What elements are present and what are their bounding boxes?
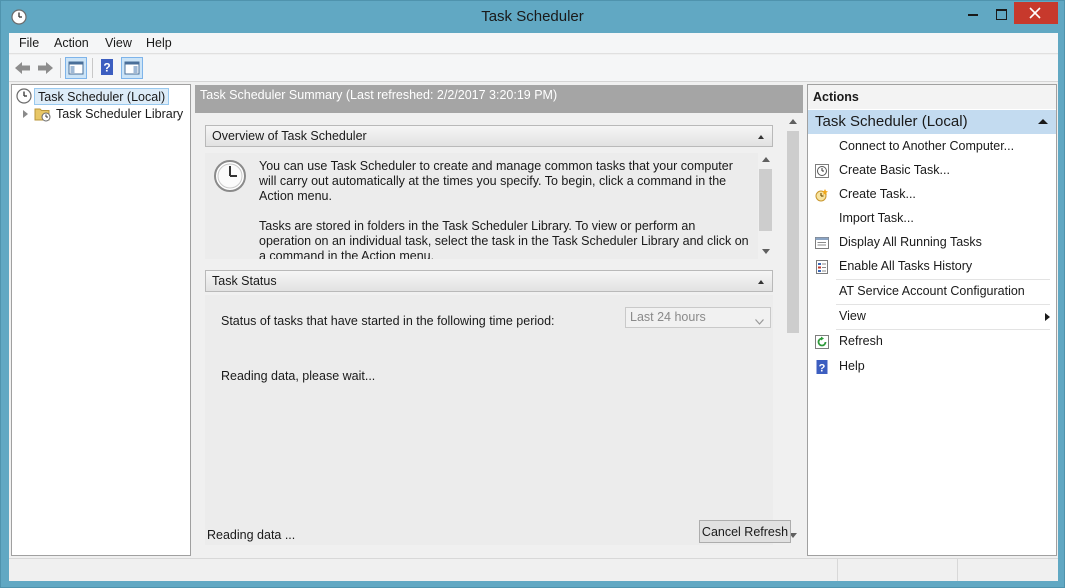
actions-title: Actions bbox=[808, 85, 1056, 109]
action-label: AT Service Account Configuration bbox=[839, 284, 1025, 298]
period-label: Status of tasks that have started in the… bbox=[221, 314, 555, 328]
chevron-down-icon bbox=[755, 314, 764, 328]
summary-footer: Reading data ... Cancel Refresh bbox=[195, 515, 803, 549]
overview-title: Overview of Task Scheduler bbox=[212, 129, 367, 143]
overview-text: You can use Task Scheduler to create and… bbox=[259, 159, 749, 259]
action-enable-all-tasks-history[interactable]: Enable All Tasks History bbox=[808, 255, 1056, 279]
menu-view[interactable]: View bbox=[105, 36, 132, 50]
action-import-task[interactable]: Import Task... bbox=[808, 207, 1056, 231]
create-basic-task-icon bbox=[814, 163, 830, 179]
action-refresh[interactable]: Refresh bbox=[808, 330, 1056, 354]
svg-text:?: ? bbox=[103, 61, 110, 75]
actions-group-header[interactable]: Task Scheduler (Local) bbox=[808, 110, 1056, 134]
folder-clock-icon bbox=[34, 106, 52, 125]
task-scheduler-window: Task Scheduler File Action View Help ? T… bbox=[0, 0, 1065, 588]
summary-header: Task Scheduler Summary (Last refreshed: … bbox=[195, 85, 803, 113]
time-period-select[interactable]: Last 24 hours bbox=[625, 307, 771, 328]
actions-pane: Actions Task Scheduler (Local) Connect t… bbox=[807, 84, 1057, 556]
show-hide-console-tree-icon[interactable] bbox=[65, 57, 87, 79]
overview-paragraph: You can use Task Scheduler to create and… bbox=[259, 159, 733, 203]
reading-status-text: Reading data, please wait... bbox=[221, 369, 376, 383]
console-tree: Task Scheduler (Local) Task Scheduler Li… bbox=[11, 84, 191, 556]
close-icon[interactable] bbox=[1014, 2, 1058, 24]
action-at-service-account-configuration[interactable]: AT Service Account Configuration bbox=[808, 280, 1056, 304]
toolbar-separator bbox=[92, 58, 93, 78]
actions-group-label: Task Scheduler (Local) bbox=[815, 113, 968, 130]
forward-arrow-icon[interactable] bbox=[34, 57, 56, 79]
tree-item-task-scheduler-local[interactable]: Task Scheduler (Local) bbox=[12, 87, 190, 105]
toolbar: ? bbox=[9, 55, 1058, 82]
cancel-refresh-button[interactable]: Cancel Refresh bbox=[699, 520, 791, 543]
action-display-all-running-tasks[interactable]: Display All Running Tasks bbox=[808, 231, 1056, 255]
menu-action[interactable]: Action bbox=[54, 36, 89, 50]
clock-icon bbox=[16, 88, 32, 107]
scroll-thumb[interactable] bbox=[759, 169, 772, 231]
task-status-body: Status of tasks that have started in the… bbox=[205, 295, 773, 545]
client-area: File Action View Help ? Task Scheduler (… bbox=[9, 33, 1058, 581]
action-label: View bbox=[839, 309, 866, 323]
collapse-caret-icon[interactable] bbox=[758, 135, 764, 139]
action-label: Help bbox=[839, 359, 865, 373]
action-view[interactable]: View bbox=[808, 305, 1056, 329]
action-help[interactable]: ? Help bbox=[808, 355, 1056, 379]
overview-scrollbar[interactable] bbox=[758, 153, 773, 259]
overview-body: You can use Task Scheduler to create and… bbox=[205, 153, 773, 259]
scroll-up-arrow-icon[interactable] bbox=[762, 157, 770, 162]
overview-paragraph: Tasks are stored in folders in the Task … bbox=[259, 219, 749, 259]
scroll-thumb[interactable] bbox=[787, 131, 799, 333]
running-tasks-icon bbox=[814, 235, 830, 251]
menu-help[interactable]: Help bbox=[146, 36, 172, 50]
summary-scrollbar[interactable] bbox=[785, 113, 801, 545]
submenu-arrow-icon bbox=[1045, 313, 1050, 321]
action-create-basic-task[interactable]: Create Basic Task... bbox=[808, 159, 1056, 183]
action-label: Refresh bbox=[839, 334, 883, 348]
toolbar-separator bbox=[60, 58, 61, 78]
large-clock-icon bbox=[213, 159, 247, 196]
scroll-up-arrow-icon[interactable] bbox=[789, 119, 797, 124]
action-create-task[interactable]: Create Task... bbox=[808, 183, 1056, 207]
tasks-history-icon bbox=[814, 259, 830, 275]
menu-file[interactable]: File bbox=[19, 36, 39, 50]
tree-item-task-scheduler-library[interactable]: Task Scheduler Library bbox=[12, 106, 190, 124]
back-arrow-icon[interactable] bbox=[12, 57, 34, 79]
show-hide-action-pane-icon[interactable] bbox=[121, 57, 143, 79]
action-label: Create Basic Task... bbox=[839, 163, 950, 177]
reading-data-label: Reading data ... bbox=[207, 528, 296, 542]
action-label: Import Task... bbox=[839, 211, 914, 225]
time-period-value: Last 24 hours bbox=[630, 310, 706, 324]
action-label: Enable All Tasks History bbox=[839, 259, 973, 273]
scroll-down-arrow-icon[interactable] bbox=[762, 249, 770, 254]
window-title: Task Scheduler bbox=[481, 8, 584, 25]
action-label: Create Task... bbox=[839, 187, 916, 201]
create-task-icon bbox=[814, 187, 830, 203]
summary-pane: Task Scheduler Summary (Last refreshed: … bbox=[195, 85, 803, 549]
title-bar[interactable]: Task Scheduler bbox=[1, 1, 1064, 33]
status-bar-cell bbox=[957, 559, 1058, 581]
collapse-caret-icon[interactable] bbox=[758, 280, 764, 284]
expand-arrow-icon[interactable] bbox=[23, 110, 28, 118]
action-label: Connect to Another Computer... bbox=[839, 139, 1015, 153]
action-label: Display All Running Tasks bbox=[839, 235, 982, 249]
collapse-caret-icon[interactable] bbox=[1038, 119, 1048, 124]
help-icon[interactable]: ? bbox=[97, 57, 119, 79]
overview-section-header[interactable]: Overview of Task Scheduler bbox=[205, 125, 773, 147]
action-connect-to-another-computer[interactable]: Connect to Another Computer... bbox=[808, 135, 1056, 159]
menu-bar: File Action View Help bbox=[9, 33, 1058, 54]
task-status-title: Task Status bbox=[212, 274, 277, 288]
status-bar bbox=[9, 558, 1058, 581]
refresh-icon bbox=[814, 334, 830, 350]
task-status-section-header[interactable]: Task Status bbox=[205, 270, 773, 292]
status-bar-cell bbox=[837, 559, 957, 581]
svg-text:?: ? bbox=[819, 363, 826, 375]
help-icon: ? bbox=[814, 359, 830, 375]
tree-item-label: Task Scheduler Library bbox=[56, 107, 184, 121]
tree-item-label: Task Scheduler (Local) bbox=[34, 88, 170, 105]
